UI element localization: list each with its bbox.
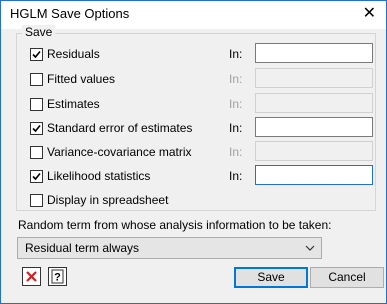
save-group-label: Save (22, 25, 56, 39)
estimates-checkbox[interactable] (30, 98, 43, 111)
variance-covariance-label: Variance-covariance matrix (47, 145, 192, 159)
fitted-values-in-label: In: (229, 72, 243, 86)
estimates-in-label: In: (229, 97, 243, 111)
likelihood-statistics-in-label: In: (229, 169, 243, 183)
residuals-in-field[interactable] (255, 43, 373, 63)
question-icon: ? (51, 269, 64, 284)
standard-error-label: Standard error of estimates (47, 121, 193, 135)
save-button[interactable]: Save (234, 267, 308, 288)
estimates-label: Estimates (47, 97, 100, 111)
help-button[interactable]: ? (48, 267, 67, 286)
likelihood-statistics-label: Likelihood statistics (47, 169, 151, 183)
standard-error-checkbox[interactable] (30, 122, 43, 135)
title-bar: HGLM Save Options ✕ (1, 1, 386, 29)
svg-text:?: ? (54, 272, 61, 284)
random-term-label: Random term from whose analysis informat… (18, 218, 332, 232)
variance-covariance-in-label: In: (229, 145, 243, 159)
likelihood-statistics-in-field[interactable] (255, 165, 373, 185)
likelihood-statistics-checkbox[interactable] (30, 170, 43, 183)
display-in-spreadsheet-label: Display in spreadsheet (47, 193, 169, 207)
fitted-values-in-field (255, 68, 373, 88)
standard-error-in-label: In: (229, 121, 243, 135)
display-in-spreadsheet-checkbox[interactable] (30, 194, 43, 207)
fitted-values-label: Fitted values (47, 72, 116, 86)
variance-covariance-in-field (255, 141, 373, 161)
variance-covariance-checkbox[interactable] (30, 146, 43, 159)
clear-button[interactable] (22, 267, 41, 286)
red-x-icon (26, 271, 37, 282)
random-term-selected: Residual term always (25, 241, 140, 255)
standard-error-in-field[interactable] (255, 117, 373, 137)
random-term-dropdown[interactable]: Residual term always (17, 237, 322, 259)
chevron-down-icon (305, 242, 315, 257)
dialog-title: HGLM Save Options (10, 6, 130, 21)
estimates-in-field (255, 93, 373, 113)
close-icon[interactable]: ✕ (363, 4, 376, 24)
residuals-label: Residuals (47, 47, 100, 61)
cancel-button[interactable]: Cancel (310, 267, 384, 288)
residuals-in-label: In: (229, 47, 243, 61)
residuals-checkbox[interactable] (30, 48, 43, 61)
fitted-values-checkbox[interactable] (30, 73, 43, 86)
